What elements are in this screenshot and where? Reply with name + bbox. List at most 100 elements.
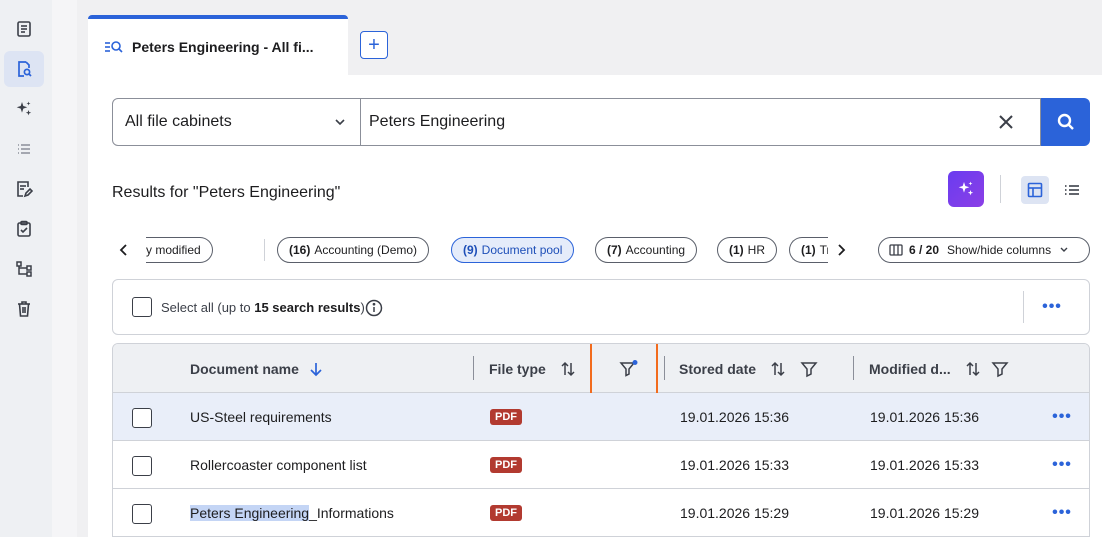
chip-divider [264, 239, 265, 261]
chip-scroll-left-button[interactable] [114, 240, 134, 260]
stored-date-cell: 19.01.2026 15:33 [680, 457, 789, 473]
document-name-cell[interactable]: Peters Engineering _Informations [190, 489, 394, 536]
sort-icon[interactable] [965, 361, 981, 377]
column-label: Document name [190, 360, 299, 377]
document-search-icon[interactable] [4, 51, 44, 87]
pdf-badge-icon: PDF [490, 409, 522, 425]
stored-date-cell: 19.01.2026 15:29 [680, 505, 789, 521]
chip-label: Document pool [481, 243, 563, 257]
sort-descending-icon[interactable] [309, 361, 323, 377]
ai-assistant-button[interactable] [948, 171, 984, 207]
table-row[interactable]: US-Steel requirements PDF 19.01.2026 15:… [113, 393, 1089, 441]
table-view-button[interactable] [1021, 176, 1049, 204]
chip-document-pool[interactable]: (9) Document pool [451, 237, 575, 263]
column-divider [664, 356, 665, 380]
close-icon[interactable] [996, 112, 1016, 132]
search-content: All file cabinets Peters Engineering Res… [88, 75, 1102, 537]
search-list-icon [105, 41, 123, 53]
column-modified-date[interactable]: Modified d... [869, 344, 1009, 393]
sparkles-icon [958, 181, 974, 196]
clipboard-check-icon[interactable] [4, 211, 44, 247]
chip-scroll-right-button[interactable] [831, 240, 851, 260]
document-edit-icon[interactable] [4, 171, 44, 207]
row-more-button[interactable]: ••• [1048, 501, 1076, 525]
search-bar: All file cabinets Peters Engineering [112, 98, 1090, 146]
chip-hr[interactable]: (1) HR [717, 237, 778, 263]
tab-search-results[interactable]: Peters Engineering - All fi... [88, 15, 348, 75]
filter-active-icon[interactable] [619, 359, 639, 379]
info-icon[interactable] [365, 299, 383, 317]
document-list-icon[interactable] [4, 11, 44, 47]
sidebar [0, 0, 52, 537]
sparkles-icon[interactable] [4, 91, 44, 127]
search-query: Peters Engineering [369, 113, 506, 130]
column-label: Modified d... [869, 360, 951, 377]
table-row[interactable]: Rollercoaster component list PDF 19.01.2… [113, 441, 1089, 489]
chip-label: Accounting (Demo) [314, 243, 418, 257]
workflow-icon[interactable] [4, 251, 44, 287]
chip-count: (1) [729, 243, 744, 257]
chip-modified[interactable]: y modified [146, 237, 213, 263]
tab-label: Peters Engineering - All fi... [132, 39, 314, 55]
chip-travel[interactable]: (1) Trave [789, 237, 828, 263]
table-row[interactable]: Peters Engineering _Informations PDF 19.0… [113, 489, 1089, 536]
search-button[interactable] [1041, 98, 1090, 146]
results-table: Document name File type Stored date Modi… [112, 343, 1090, 537]
chip-count: (1) [801, 243, 816, 257]
filter-icon[interactable] [800, 360, 818, 378]
search-input[interactable]: Peters Engineering [360, 98, 1041, 146]
chip-label: Trave [819, 243, 828, 257]
row-more-button[interactable]: ••• [1048, 405, 1076, 429]
column-divider [853, 356, 854, 380]
selection-bar-divider [1023, 291, 1024, 323]
file-type-cell: PDF [490, 393, 522, 441]
file-cabinet-select[interactable]: All file cabinets [112, 98, 361, 146]
sort-icon[interactable] [770, 361, 786, 377]
trash-icon[interactable] [4, 291, 44, 327]
row-checkbox[interactable] [132, 504, 152, 524]
filter-icon[interactable] [991, 360, 1009, 378]
search-icon [1057, 113, 1074, 130]
selection-bar: Select all (up to 15 search results) ••• [112, 279, 1090, 335]
chip-viewport: y modified (16) Accounting (Demo) (9) Do… [146, 235, 828, 265]
modified-date-cell: 19.01.2026 15:36 [870, 409, 979, 425]
file-type-cell: PDF [490, 489, 522, 536]
chevron-down-icon [1060, 247, 1068, 252]
main-area: Peters Engineering - All fi... + All fil… [77, 0, 1102, 537]
select-all-label: Select all (up to 15 search results) [161, 300, 365, 315]
column-label: File type [489, 360, 546, 377]
add-tab-button[interactable]: + [360, 31, 388, 59]
row-more-button[interactable]: ••• [1048, 453, 1076, 477]
file-cabinet-value: All file cabinets [125, 113, 232, 130]
select-all-checkbox[interactable] [132, 297, 152, 317]
chip-accounting-demo[interactable]: (16) Accounting (Demo) [277, 237, 430, 263]
show-hide-columns-button[interactable]: 6 / 20 Show/hide columns [878, 237, 1090, 263]
document-name-cell[interactable]: Rollercoaster component list [190, 441, 367, 489]
column-stored-date[interactable]: Stored date [679, 344, 818, 393]
chip-label: HR [747, 243, 766, 257]
list-view-icon [1065, 185, 1079, 195]
row-checkbox[interactable] [132, 456, 152, 476]
row-checkbox[interactable] [132, 408, 152, 428]
column-label: Stored date [679, 360, 757, 377]
chip-accounting[interactable]: (7) Accounting [595, 237, 698, 263]
chip-label: Accounting [625, 243, 686, 257]
column-file-type[interactable]: File type [489, 344, 576, 393]
table-header: Document name File type Stored date Modi… [113, 344, 1089, 398]
select-all-prefix: Select all (up to [161, 300, 255, 315]
tab-bar: Peters Engineering - All fi... + [77, 0, 1102, 75]
more-options-button[interactable]: ••• [1038, 295, 1066, 319]
results-title: Results for "Peters Engineering" [112, 184, 341, 201]
list-view-button[interactable] [1058, 176, 1086, 204]
list-icon[interactable] [4, 131, 44, 167]
sort-icon[interactable] [560, 361, 576, 377]
column-document-name[interactable]: Document name [190, 344, 323, 393]
columns-count: 6 / 20 [909, 243, 940, 257]
document-name: _Informations [309, 505, 394, 521]
chevron-right-icon [838, 244, 846, 256]
table-view-icon [1027, 182, 1043, 198]
file-type-cell: PDF [490, 441, 522, 489]
columns-icon [889, 244, 903, 256]
modified-date-cell: 19.01.2026 15:33 [870, 457, 979, 473]
document-name-cell[interactable]: US-Steel requirements [190, 393, 332, 441]
